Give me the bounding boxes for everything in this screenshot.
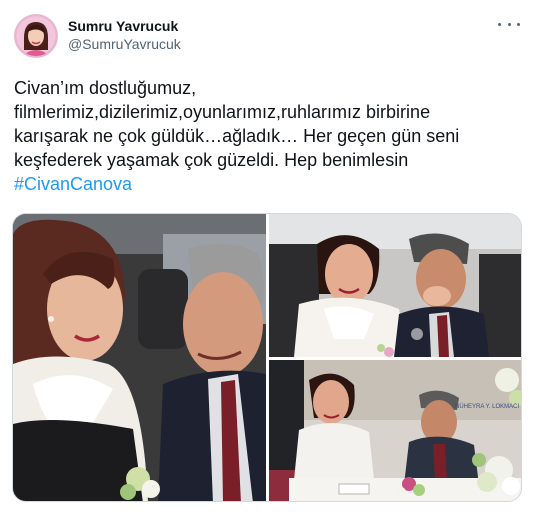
tweet-header: Sumru Yavrucuk @SumruYavrucuk: [14, 14, 522, 66]
hashtag-link[interactable]: #CivanCanova: [14, 172, 524, 196]
photo-ceremony-table: NÜHEYRA Y. LOKMACI: [269, 360, 521, 501]
profile-avatar[interactable]: [14, 14, 58, 58]
tweet-text-line: Civan’ım dostluğumuz,: [14, 78, 197, 98]
tweet-text: Civan’ım dostluğumuz, filmlerimiz,dizile…: [14, 76, 524, 196]
author-display-name[interactable]: Sumru Yavrucuk: [68, 17, 181, 35]
media-photo-1[interactable]: [13, 214, 266, 501]
author-names: Sumru Yavrucuk @SumruYavrucuk: [68, 17, 181, 53]
tweet-text-line: filmlerimiz,dizilerimiz,oyunlarımız,ruhl…: [14, 102, 431, 122]
tweet-card[interactable]: Sumru Yavrucuk @SumruYavrucuk Civan’ım d…: [0, 0, 536, 515]
photo-hand-kiss: [269, 214, 521, 357]
photo-couple-in-car: [13, 214, 266, 501]
photo-sign-text: NÜHEYRA Y. LOKMACI: [455, 403, 519, 410]
tweet-text-line: karışarak ne çok güldük…ağladık… Her geç…: [14, 126, 460, 146]
tweet-text-line: keşfederek yaşamak çok güzeldi. Hep beni…: [14, 150, 409, 170]
media-photo-2[interactable]: [269, 214, 521, 357]
more-options-icon[interactable]: [498, 16, 520, 32]
media-photo-3[interactable]: NÜHEYRA Y. LOKMACI: [269, 360, 521, 501]
author-handle[interactable]: @SumruYavrucuk: [68, 35, 181, 53]
avatar-portrait-icon: [16, 16, 56, 56]
media-grid: NÜHEYRA Y. LOKMACI: [12, 213, 522, 502]
